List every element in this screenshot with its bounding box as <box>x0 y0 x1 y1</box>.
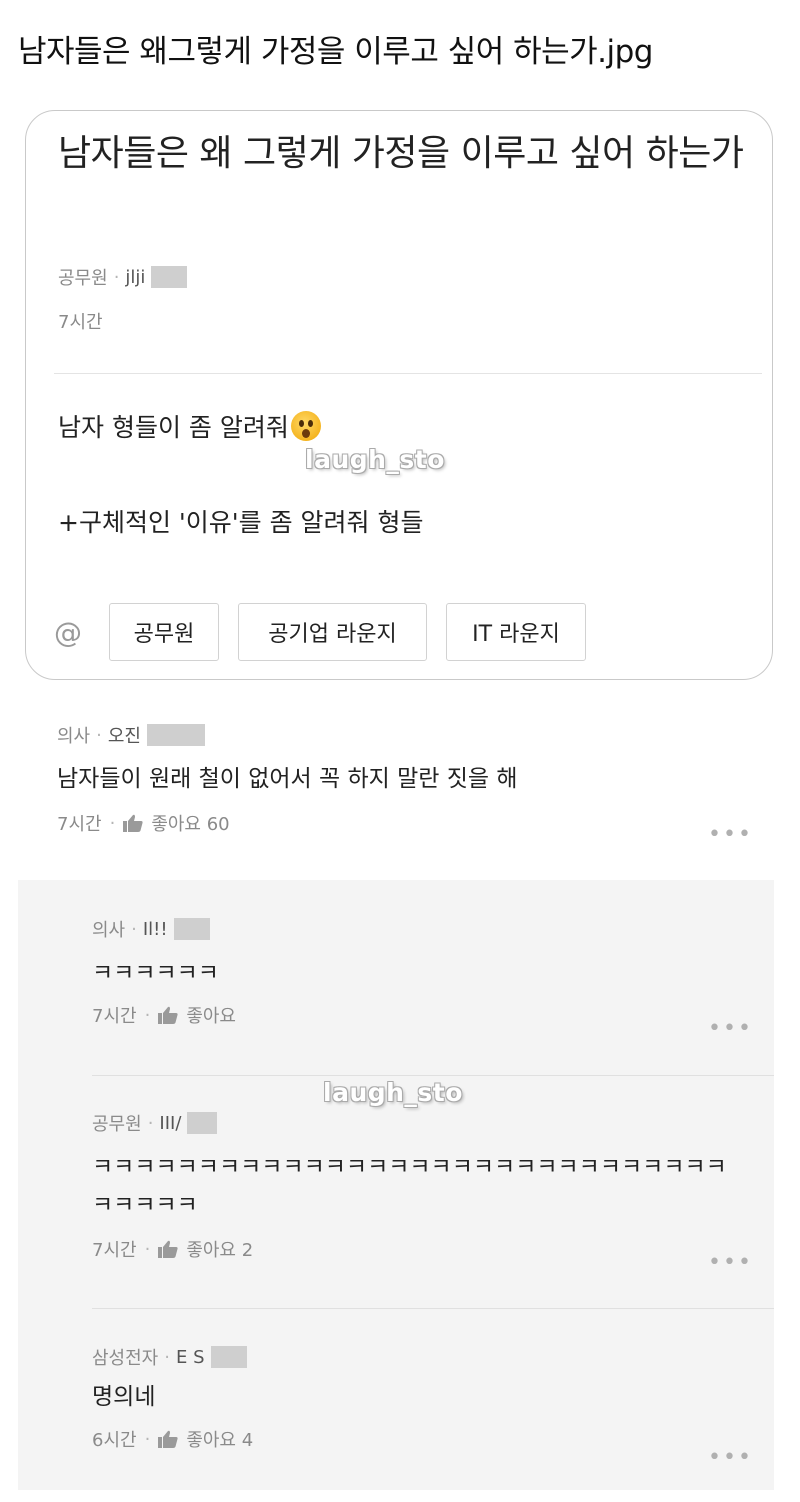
reply-handle[interactable]: Il!! <box>143 919 168 940</box>
tag-it-lounge[interactable]: IT 라운지 <box>446 603 586 661</box>
tag-list: @ 공무원 공기업 라운지 IT 라운지 <box>54 603 586 661</box>
divider <box>54 373 762 374</box>
comment-meta: 의사 · 오진 <box>57 722 757 748</box>
watermark: laugh_sto <box>323 1078 463 1107</box>
divider <box>92 1308 774 1309</box>
reply: 삼성전자 · E S 명의네 6시간 · 좋아요 4 <box>92 1344 752 1452</box>
thumbs-up-icon[interactable] <box>158 1240 178 1258</box>
post-body-line2: +구체적인 '이유'를 좀 알려줘 형들 <box>58 508 424 537</box>
post-time: 7시간 <box>58 312 103 333</box>
reply-handle[interactable]: E S <box>176 1347 205 1368</box>
separator-dot: · <box>113 266 120 288</box>
divider <box>92 1075 774 1076</box>
post-body-line1: 남자 형들이 좀 알려줘 <box>58 408 321 444</box>
reply-meta: 공무원 · III/ <box>92 1110 742 1136</box>
author-company: 공무원 <box>58 268 108 289</box>
reply-text: ㅋㅋㅋㅋㅋㅋ <box>92 960 219 986</box>
post-author: 공무원 · jlji <box>58 264 188 290</box>
thumbs-up-icon[interactable] <box>123 814 143 832</box>
post-card: 남자들은 왜 그렇게 가정을 이루고 싶어 하는가 공무원 · jlji 7시간… <box>25 110 773 680</box>
reply-time: 7시간 <box>92 1006 137 1027</box>
reply: 의사 · Il!! ㅋㅋㅋㅋㅋㅋ 7시간 · 좋아요 <box>92 916 752 1028</box>
astonished-face-emoji-icon <box>290 411 321 441</box>
watermark: laugh_sto <box>305 445 445 474</box>
censor-block <box>151 266 188 288</box>
comment-handle[interactable]: 오진 <box>108 722 141 748</box>
comment: 의사 · 오진 남자들이 원래 철이 없어서 꼭 하지 말란 짓을 해 7시간 … <box>57 722 757 836</box>
censor-block <box>173 918 210 940</box>
reply-footer: 7시간 · 좋아요 2 <box>92 1236 742 1262</box>
reply-time: 7시간 <box>92 1240 137 1261</box>
page-title: 남자들은 왜그렇게 가정을 이루고 싶어 하는가.jpg <box>18 34 653 70</box>
comment-company: 의사 <box>57 726 91 747</box>
reply-text: 명의네 <box>92 1384 156 1410</box>
reply-meta: 삼성전자 · E S <box>92 1344 752 1370</box>
tag-public-company-lounge[interactable]: 공기업 라운지 <box>238 603 427 661</box>
reply-time: 6시간 <box>92 1430 137 1451</box>
more-dots-icon[interactable]: ••• <box>708 1445 753 1470</box>
author-handle[interactable]: jlji <box>125 267 145 288</box>
comment-footer: 7시간 · 좋아요 60 <box>57 810 757 836</box>
like-count[interactable]: 좋아요 2 <box>186 1236 253 1262</box>
more-dots-icon[interactable]: ••• <box>708 1016 753 1041</box>
thumbs-up-icon[interactable] <box>158 1006 178 1024</box>
like-count[interactable]: 좋아요 60 <box>151 810 229 836</box>
more-dots-icon[interactable]: ••• <box>708 822 753 847</box>
at-icon: @ <box>54 615 82 649</box>
post-title: 남자들은 왜 그렇게 가정을 이루고 싶어 하는가 <box>58 133 744 174</box>
like-count[interactable]: 좋아요 4 <box>186 1426 253 1452</box>
reply-handle[interactable]: III/ <box>159 1113 181 1134</box>
tag-gongmuwon[interactable]: 공무원 <box>109 603 219 661</box>
censor-block <box>210 1346 247 1368</box>
censor-block <box>146 724 205 746</box>
comment-time: 7시간 <box>57 814 102 835</box>
thumbs-up-icon[interactable] <box>158 1430 178 1448</box>
reply-footer: 7시간 · 좋아요 <box>92 1002 752 1028</box>
reply-footer: 6시간 · 좋아요 4 <box>92 1426 752 1452</box>
like-count[interactable]: 좋아요 <box>186 1002 236 1028</box>
reply: 공무원 · III/ ㅋㅋㅋㅋㅋㅋㅋㅋㅋㅋㅋㅋㅋㅋㅋㅋㅋㅋㅋㅋㅋㅋㅋㅋㅋㅋㅋㅋㅋ… <box>92 1110 742 1262</box>
reply-company: 의사 <box>92 920 126 941</box>
reply-company: 공무원 <box>92 1114 142 1135</box>
reply-meta: 의사 · Il!! <box>92 916 752 942</box>
post-body-text: 남자 형들이 좀 알려줘 <box>58 413 289 442</box>
more-dots-icon[interactable]: ••• <box>708 1250 753 1275</box>
comment-text: 남자들이 원래 철이 없어서 꼭 하지 말란 짓을 해 <box>57 766 518 792</box>
reply-company: 삼성전자 <box>92 1348 159 1369</box>
reply-text: ㅋㅋㅋㅋㅋㅋㅋㅋㅋㅋㅋㅋㅋㅋㅋㅋㅋㅋㅋㅋㅋㅋㅋㅋㅋㅋㅋㅋㅋㅋㅋㅋㅋㅋㅋ <box>92 1154 727 1218</box>
censor-block <box>187 1112 218 1134</box>
